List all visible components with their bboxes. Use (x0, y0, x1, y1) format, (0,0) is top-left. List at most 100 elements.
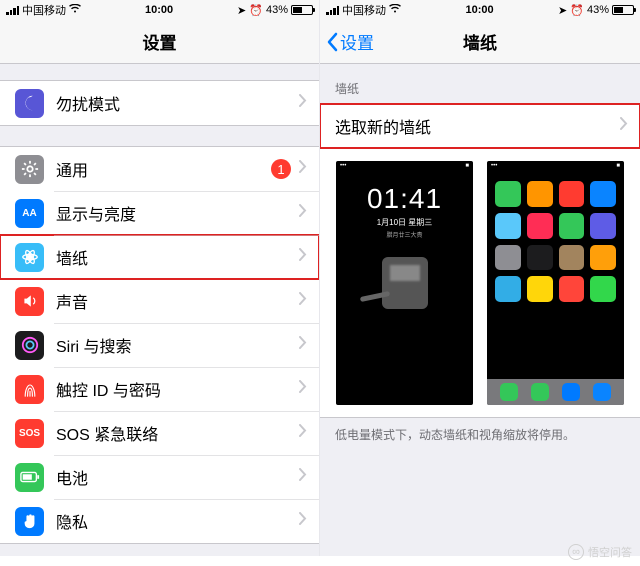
choose-label: 选取新的墙纸 (335, 114, 620, 138)
signal-icon (6, 6, 19, 15)
chevron-right-icon (620, 117, 628, 135)
touchid-icon (15, 375, 44, 404)
display-icon: AA (15, 199, 44, 228)
home-screen-preview[interactable]: •••■ (487, 161, 624, 405)
watermark-label: 悟空问答 (588, 544, 632, 560)
battery-icon (291, 5, 313, 15)
settings-row-siri[interactable]: Siri 与搜索 (0, 323, 319, 367)
location-icon: ➤ (558, 4, 567, 17)
app-icon (527, 276, 553, 302)
row-label: 触控 ID 与密码 (56, 377, 299, 401)
app-icon (590, 213, 616, 239)
left-settings-screen: 中国移动 10:00 ➤ ⏰ 43% 设置 勿扰模式通用1 AA 显示与亮度墙纸声音… (0, 0, 320, 556)
siri-icon (15, 331, 44, 360)
carrier-label: 中国移动 (342, 2, 386, 18)
settings-row-privacy[interactable]: 隐私 (0, 499, 319, 543)
app-icon (495, 213, 521, 239)
settings-row-wallpaper[interactable]: 墙纸 (0, 235, 319, 279)
section-header: 墙纸 (320, 80, 640, 103)
settings-row-dnd[interactable]: 勿扰模式 (0, 81, 319, 125)
app-icon (495, 245, 521, 271)
chevron-right-icon (299, 336, 307, 354)
lock-time: 01:41 (336, 183, 473, 215)
app-icon (527, 181, 553, 207)
privacy-icon (15, 507, 44, 536)
lock-date: 1月10日 星期三 (336, 217, 473, 228)
sound-icon (15, 287, 44, 316)
row-label: 墙纸 (56, 245, 299, 269)
battery-icon (612, 5, 634, 15)
app-icon (590, 181, 616, 207)
notification-badge: 1 (271, 159, 291, 179)
chevron-right-icon (299, 512, 307, 530)
row-label: 声音 (56, 289, 299, 313)
settings-list: 勿扰模式通用1AA显示与亮度墙纸声音Siri 与搜索触控 ID 与密码SOSSO… (0, 80, 319, 556)
dock-app-icon (562, 383, 580, 401)
settings-row-sos[interactable]: SOS SOS 紧急联络 (0, 411, 319, 455)
page-title: 墙纸 (463, 29, 497, 54)
dnd-icon (15, 89, 44, 118)
wifi-icon (389, 4, 401, 16)
back-button[interactable]: 设置 (326, 20, 374, 63)
row-label: 隐私 (56, 509, 299, 533)
settings-row-sound[interactable]: 声音 (0, 279, 319, 323)
row-label: Siri 与搜索 (56, 333, 299, 357)
lock-wallpaper-thumb (382, 257, 428, 309)
alarm-icon: ⏰ (249, 4, 263, 17)
chevron-right-icon (299, 424, 307, 442)
row-label: SOS 紧急联络 (56, 421, 299, 445)
location-icon: ➤ (237, 4, 246, 17)
status-bar: 中国移动 10:00 ➤ ⏰ 43% (0, 0, 319, 20)
chevron-right-icon (299, 468, 307, 486)
general-icon (15, 155, 44, 184)
chevron-right-icon (299, 248, 307, 266)
nav-bar-left: 设置 (0, 20, 319, 64)
watermark: ∞ 悟空问答 (568, 544, 632, 560)
sos-icon: SOS (15, 419, 44, 448)
settings-row-touchid[interactable]: 触控 ID 与密码 (0, 367, 319, 411)
battery-pct: 43% (587, 4, 609, 16)
app-icon (559, 276, 585, 302)
footer-note: 低电量模式下，动态墙纸和视角缩放将停用。 (320, 418, 640, 451)
signal-icon (326, 6, 339, 15)
settings-row-general[interactable]: 通用1 (0, 147, 319, 191)
app-icon (590, 245, 616, 271)
row-label: 显示与亮度 (56, 201, 299, 225)
dock-app-icon (531, 383, 549, 401)
app-icon (495, 181, 521, 207)
app-icon (590, 276, 616, 302)
carrier-label: 中国移动 (22, 2, 66, 18)
app-icon (559, 181, 585, 207)
back-label: 设置 (340, 29, 374, 54)
dock-app-icon (593, 383, 611, 401)
chevron-right-icon (299, 94, 307, 112)
status-bar: 中国移动 10:00 ➤ ⏰ 43% (320, 0, 640, 20)
settings-row-battery[interactable]: 电池 (0, 455, 319, 499)
battery-pct: 43% (266, 4, 288, 16)
battery-icon (15, 463, 44, 492)
page-title: 设置 (143, 29, 177, 54)
status-time: 10:00 (81, 4, 237, 16)
wifi-icon (69, 4, 81, 16)
row-label: 勿扰模式 (56, 91, 299, 115)
app-icon (559, 213, 585, 239)
row-label: 通用 (56, 157, 271, 181)
lock-screen-preview[interactable]: •••■ 01:41 1月10日 星期三 腊月廿三大貴 (336, 161, 473, 405)
right-wallpaper-screen: 中国移动 10:00 ➤ ⏰ 43% 设置 墙纸 墙纸 选取新的墙纸 (320, 0, 640, 556)
settings-row-display[interactable]: AA 显示与亮度 (0, 191, 319, 235)
chevron-right-icon (299, 204, 307, 222)
app-icon (527, 213, 553, 239)
dock-app-icon (500, 383, 518, 401)
chevron-right-icon (299, 292, 307, 310)
watermark-icon: ∞ (568, 544, 584, 560)
app-icon (559, 245, 585, 271)
alarm-icon: ⏰ (570, 4, 584, 17)
status-time: 10:00 (401, 4, 558, 16)
wallpaper-icon (15, 243, 44, 272)
wallpaper-previews: •••■ 01:41 1月10日 星期三 腊月廿三大貴 •••■ (320, 149, 640, 417)
app-icon (495, 276, 521, 302)
choose-new-wallpaper-row[interactable]: 选取新的墙纸 (320, 104, 640, 148)
nav-bar-right: 设置 墙纸 (320, 20, 640, 64)
chevron-right-icon (299, 160, 307, 178)
row-label: 电池 (56, 465, 299, 489)
